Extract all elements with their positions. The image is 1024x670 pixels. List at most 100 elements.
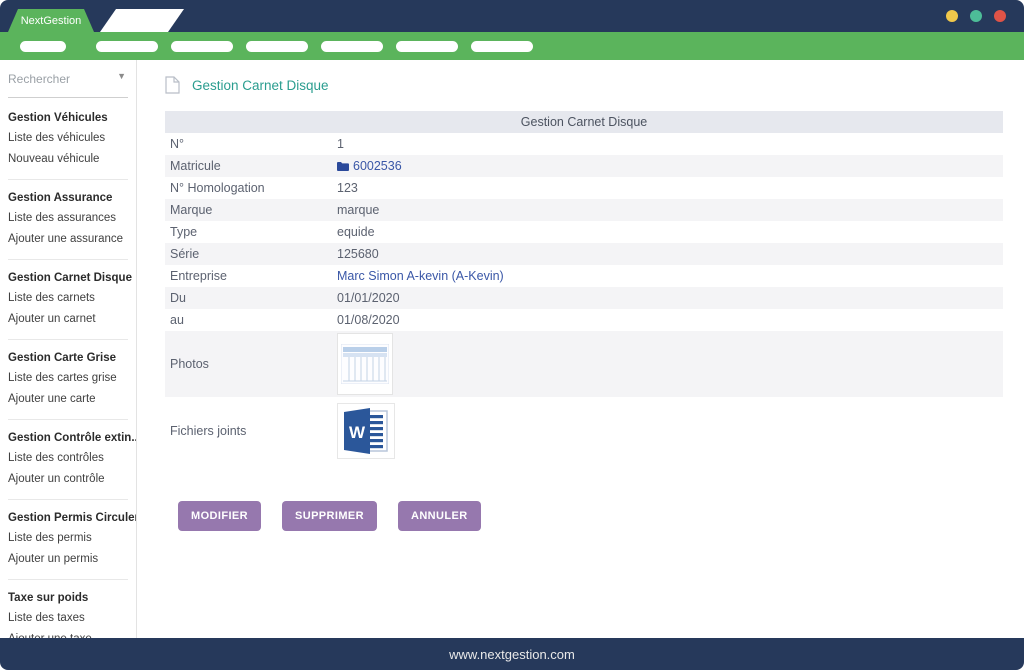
main-content: Gestion Carnet Disque Gestion Carnet Dis…: [137, 60, 1024, 638]
svg-text:W: W: [349, 423, 366, 442]
sidebar-item-liste-assurances[interactable]: Liste des assurances: [8, 212, 128, 224]
photo-thumbnail[interactable]: [337, 333, 393, 395]
sidebar: ▼ Gestion Véhicules Liste des véhicules …: [0, 60, 137, 638]
sidebar-item-liste-taxes[interactable]: Liste des taxes: [8, 612, 128, 624]
table-row: Marque marque: [165, 199, 1003, 221]
nav-pill[interactable]: [96, 41, 158, 52]
sidebar-item-liste-controles[interactable]: Liste des contrôles: [8, 452, 128, 464]
traffic-light-green-icon[interactable]: [970, 10, 982, 22]
row-label: Matricule: [165, 159, 337, 173]
row-label: Du: [165, 291, 337, 305]
row-value: 01/01/2020: [337, 291, 1003, 305]
row-value: 123: [337, 181, 1003, 195]
word-file-icon: W: [342, 408, 390, 454]
sidebar-item-liste-cartes[interactable]: Liste des cartes grise: [8, 372, 128, 384]
nav-pill[interactable]: [171, 41, 233, 52]
sidebar-item-nouveau-vehicule[interactable]: Nouveau véhicule: [8, 153, 128, 165]
row-label: Photos: [165, 357, 337, 371]
row-label: N° Homologation: [165, 181, 337, 195]
sidebar-item-ajouter-assurance[interactable]: Ajouter une assurance: [8, 233, 128, 245]
sidebar-search: ▼: [8, 70, 128, 98]
main-navbar: [0, 32, 1024, 60]
spreadsheet-thumbnail-icon: [341, 344, 389, 384]
sidebar-section-title: Gestion Carte Grise: [8, 352, 128, 364]
matricule-link[interactable]: 6002536: [337, 159, 1003, 173]
nav-pill[interactable]: [471, 41, 533, 52]
cancel-button[interactable]: ANNULER: [398, 501, 481, 531]
sidebar-item-ajouter-taxe[interactable]: Ajouter une taxe: [8, 633, 128, 638]
sidebar-section-title: Gestion Véhicules: [8, 112, 128, 124]
sidebar-item-ajouter-carnet[interactable]: Ajouter un carnet: [8, 313, 128, 325]
sidebar-section-title: Gestion Assurance: [8, 192, 128, 204]
sidebar-section-assurance: Gestion Assurance Liste des assurances A…: [8, 180, 128, 260]
modify-button[interactable]: MODIFIER: [178, 501, 261, 531]
row-label: Série: [165, 247, 337, 261]
chevron-down-icon[interactable]: ▼: [117, 71, 126, 81]
entreprise-link[interactable]: Marc Simon A-kevin (A-Kevin): [337, 269, 1003, 283]
photos-row: Photos: [165, 331, 1003, 397]
row-label: N°: [165, 137, 337, 151]
browser-titlebar: NextGestion: [0, 0, 1024, 32]
browser-tabs: NextGestion: [8, 9, 184, 32]
nav-pill[interactable]: [246, 41, 308, 52]
folder-icon: [337, 161, 349, 171]
brand-tab[interactable]: NextGestion: [8, 9, 94, 32]
table-header: Gestion Carnet Disque: [165, 111, 1003, 133]
window-controls: [946, 10, 1006, 22]
traffic-light-yellow-icon[interactable]: [946, 10, 958, 22]
row-value: 1: [337, 137, 1003, 151]
row-label: Marque: [165, 203, 337, 217]
delete-button[interactable]: SUPPRIMER: [282, 501, 377, 531]
sidebar-section-title: Taxe sur poids: [8, 592, 128, 604]
nav-pill[interactable]: [321, 41, 383, 52]
sidebar-section-controle-extincteur: Gestion Contrôle extin... Liste des cont…: [8, 420, 128, 500]
attachments-row: Fichiers joints: [165, 397, 1003, 464]
detail-table: Gestion Carnet Disque N° 1 Matricule 600…: [165, 111, 1003, 464]
sidebar-item-ajouter-controle[interactable]: Ajouter un contrôle: [8, 473, 128, 485]
matricule-value: 6002536: [353, 159, 402, 173]
sidebar-section-title: Gestion Permis Circuler: [8, 512, 128, 524]
app-window: NextGestion ▼ Gestion Véhicules L: [0, 0, 1024, 670]
sidebar-item-ajouter-carte[interactable]: Ajouter une carte: [8, 393, 128, 405]
traffic-light-red-icon[interactable]: [994, 10, 1006, 22]
row-label: Type: [165, 225, 337, 239]
sidebar-section-taxe-poids: Taxe sur poids Liste des taxes Ajouter u…: [8, 580, 128, 638]
brand-tab-label: NextGestion: [21, 15, 82, 27]
page-header: Gestion Carnet Disque: [165, 76, 1003, 94]
table-row: Du 01/01/2020: [165, 287, 1003, 309]
page-title: Gestion Carnet Disque: [192, 78, 329, 93]
attachment-file[interactable]: W: [337, 403, 395, 459]
row-value: marque: [337, 203, 1003, 217]
sidebar-item-liste-permis[interactable]: Liste des permis: [8, 532, 128, 544]
sidebar-item-liste-carnets[interactable]: Liste des carnets: [8, 292, 128, 304]
row-label: Fichiers joints: [165, 424, 337, 438]
table-row: N° 1: [165, 133, 1003, 155]
sidebar-section-title: Gestion Contrôle extin...: [8, 432, 128, 444]
sidebar-item-ajouter-permis[interactable]: Ajouter un permis: [8, 553, 128, 565]
row-value: 01/08/2020: [337, 313, 1003, 327]
row-label: Entreprise: [165, 269, 337, 283]
footer-url: www.nextgestion.com: [449, 647, 575, 662]
sidebar-section-permis-circuler: Gestion Permis Circuler Liste des permis…: [8, 500, 128, 580]
sidebar-section-carte-grise: Gestion Carte Grise Liste des cartes gri…: [8, 340, 128, 420]
table-row: Série 125680: [165, 243, 1003, 265]
row-value: 125680: [337, 247, 1003, 261]
table-row: Type equide: [165, 221, 1003, 243]
footer-bar: www.nextgestion.com: [0, 638, 1024, 670]
row-label: au: [165, 313, 337, 327]
table-row: Matricule 6002536: [165, 155, 1003, 177]
sidebar-section-vehicules: Gestion Véhicules Liste des véhicules No…: [8, 100, 128, 180]
row-value: equide: [337, 225, 1003, 239]
nav-pill[interactable]: [396, 41, 458, 52]
table-row: au 01/08/2020: [165, 309, 1003, 331]
table-row: N° Homologation 123: [165, 177, 1003, 199]
sidebar-item-liste-vehicules[interactable]: Liste des véhicules: [8, 132, 128, 144]
action-buttons: MODIFIER SUPPRIMER ANNULER: [178, 501, 1003, 531]
document-icon: [165, 76, 180, 94]
search-input[interactable]: [8, 72, 108, 86]
nav-pill[interactable]: [20, 41, 66, 52]
browser-tab-blank[interactable]: [100, 9, 184, 32]
table-row: Entreprise Marc Simon A-kevin (A-Kevin): [165, 265, 1003, 287]
sidebar-section-title: Gestion Carnet Disque: [8, 272, 128, 284]
sidebar-section-carnet-disque: Gestion Carnet Disque Liste des carnets …: [8, 260, 128, 340]
